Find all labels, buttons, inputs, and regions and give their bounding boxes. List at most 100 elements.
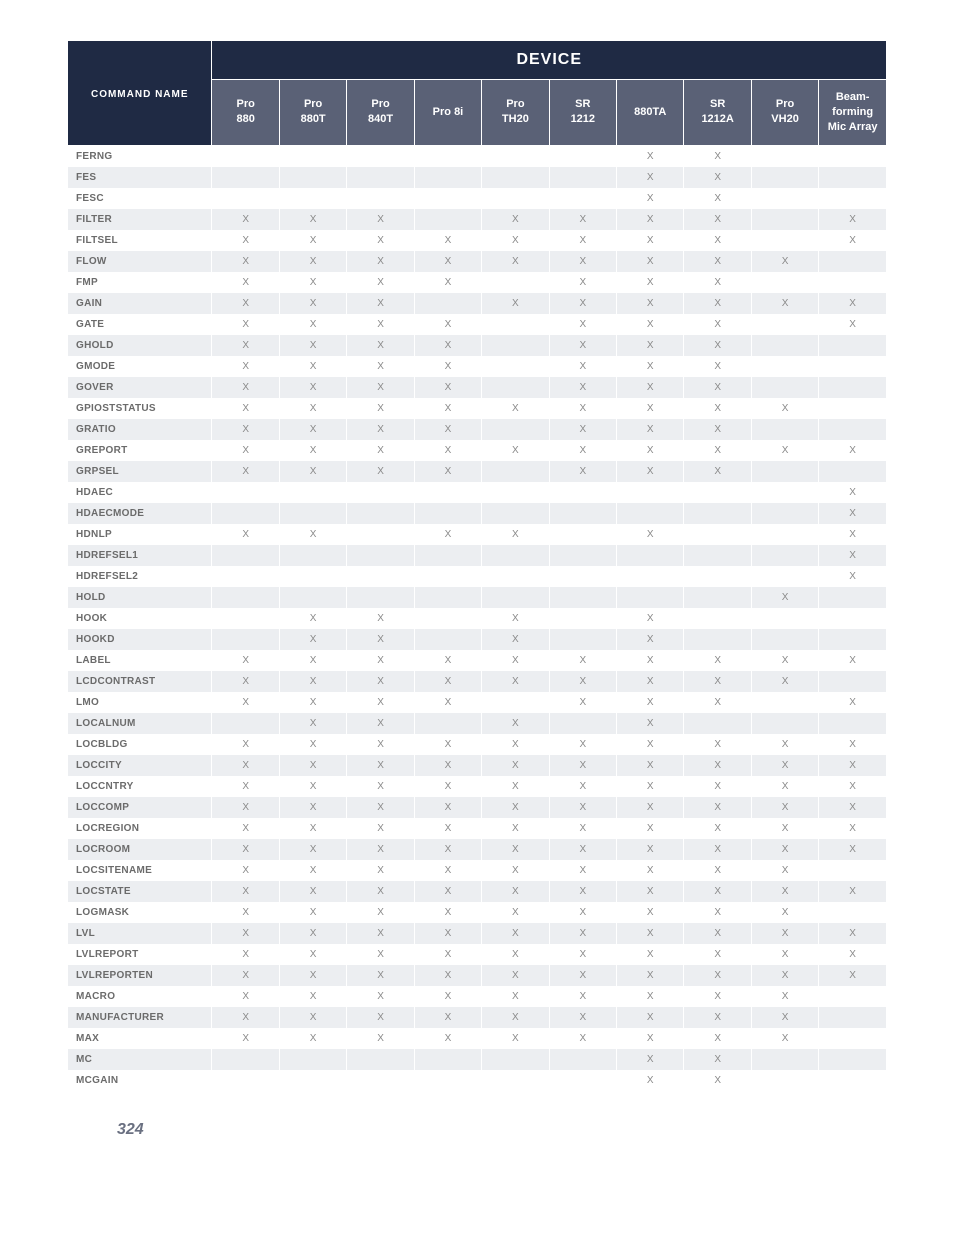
- table-row: FILTSELXXXXXXXXX: [68, 230, 887, 251]
- table-row: GAINXXXXXXXXX: [68, 293, 887, 314]
- cell: X: [617, 881, 684, 902]
- cell: X: [819, 734, 887, 755]
- table-row: LOCCNTRYXXXXXXXXXX: [68, 776, 887, 797]
- table-row: LOCROOMXXXXXXXXXX: [68, 839, 887, 860]
- cell: X: [482, 608, 549, 629]
- cell: X: [617, 902, 684, 923]
- table-row: GREPORTXXXXXXXXXX: [68, 440, 887, 461]
- cell: [751, 524, 818, 545]
- cell: X: [482, 293, 549, 314]
- row-command-name: LOCSITENAME: [68, 860, 212, 881]
- cell: X: [347, 1007, 414, 1028]
- row-command-name: LOCBLDG: [68, 734, 212, 755]
- cell: X: [482, 881, 549, 902]
- cell: [684, 713, 751, 734]
- cell: X: [279, 209, 346, 230]
- cell: X: [751, 965, 818, 986]
- table-row: LVLREPORTENXXXXXXXXXX: [68, 965, 887, 986]
- cell: X: [347, 1028, 414, 1049]
- cell: [549, 713, 616, 734]
- cell: X: [212, 251, 279, 272]
- cell: X: [617, 440, 684, 461]
- cell: [819, 1007, 887, 1028]
- cell: X: [482, 398, 549, 419]
- row-command-name: LCDCONTRAST: [68, 671, 212, 692]
- cell: [279, 566, 346, 587]
- cell: [212, 1049, 279, 1070]
- cell: X: [549, 1028, 616, 1049]
- row-command-name: LOCCOMP: [68, 797, 212, 818]
- cell: [684, 545, 751, 566]
- cell: X: [279, 356, 346, 377]
- cell: X: [347, 923, 414, 944]
- cell: X: [684, 797, 751, 818]
- cell: X: [279, 818, 346, 839]
- cell: X: [212, 377, 279, 398]
- cell: [549, 566, 616, 587]
- cell: [414, 482, 481, 503]
- cell: [819, 272, 887, 293]
- cell: X: [684, 818, 751, 839]
- cell: [751, 1070, 818, 1091]
- cell: X: [819, 503, 887, 524]
- cell: X: [482, 650, 549, 671]
- cell: [414, 629, 481, 650]
- cell: X: [414, 398, 481, 419]
- cell: X: [347, 818, 414, 839]
- cell: X: [414, 335, 481, 356]
- cell: X: [751, 755, 818, 776]
- cell: [212, 587, 279, 608]
- row-command-name: MC: [68, 1049, 212, 1070]
- table-row: FLOWXXXXXXXXX: [68, 251, 887, 272]
- cell: [212, 145, 279, 167]
- cell: [819, 902, 887, 923]
- cell: X: [482, 986, 549, 1007]
- cell: X: [819, 650, 887, 671]
- cell: X: [684, 335, 751, 356]
- row-command-name: GRATIO: [68, 419, 212, 440]
- cell: X: [549, 398, 616, 419]
- cell: [482, 566, 549, 587]
- cell: X: [549, 293, 616, 314]
- cell: X: [617, 797, 684, 818]
- cell: X: [751, 251, 818, 272]
- cell: X: [482, 1007, 549, 1028]
- cell: X: [482, 776, 549, 797]
- cell: X: [212, 650, 279, 671]
- cell: X: [684, 209, 751, 230]
- cell: X: [684, 293, 751, 314]
- row-command-name: HDNLP: [68, 524, 212, 545]
- cell: [819, 145, 887, 167]
- cell: [549, 1049, 616, 1070]
- cell: X: [347, 902, 414, 923]
- cell: [549, 1070, 616, 1091]
- cell: X: [414, 272, 481, 293]
- cell: X: [549, 692, 616, 713]
- cell: [279, 145, 346, 167]
- cell: X: [549, 776, 616, 797]
- cell: X: [279, 461, 346, 482]
- cell: X: [549, 923, 616, 944]
- cell: X: [549, 860, 616, 881]
- cell: X: [482, 1028, 549, 1049]
- cell: X: [347, 293, 414, 314]
- cell: X: [279, 965, 346, 986]
- cell: X: [347, 986, 414, 1007]
- cell: X: [347, 461, 414, 482]
- cell: [751, 545, 818, 566]
- cell: [482, 503, 549, 524]
- cell: X: [212, 776, 279, 797]
- cell: [751, 503, 818, 524]
- table-row: MANUFACTURERXXXXXXXXX: [68, 1007, 887, 1028]
- cell: [751, 335, 818, 356]
- cell: X: [617, 608, 684, 629]
- cell: [751, 230, 818, 251]
- table-row: MAXXXXXXXXXX: [68, 1028, 887, 1049]
- table-row: LOCSITENAMEXXXXXXXXX: [68, 860, 887, 881]
- table-row: FERNGXX: [68, 145, 887, 167]
- cell: X: [414, 923, 481, 944]
- cell: X: [819, 482, 887, 503]
- row-command-name: GATE: [68, 314, 212, 335]
- cell: X: [347, 440, 414, 461]
- cell: [549, 608, 616, 629]
